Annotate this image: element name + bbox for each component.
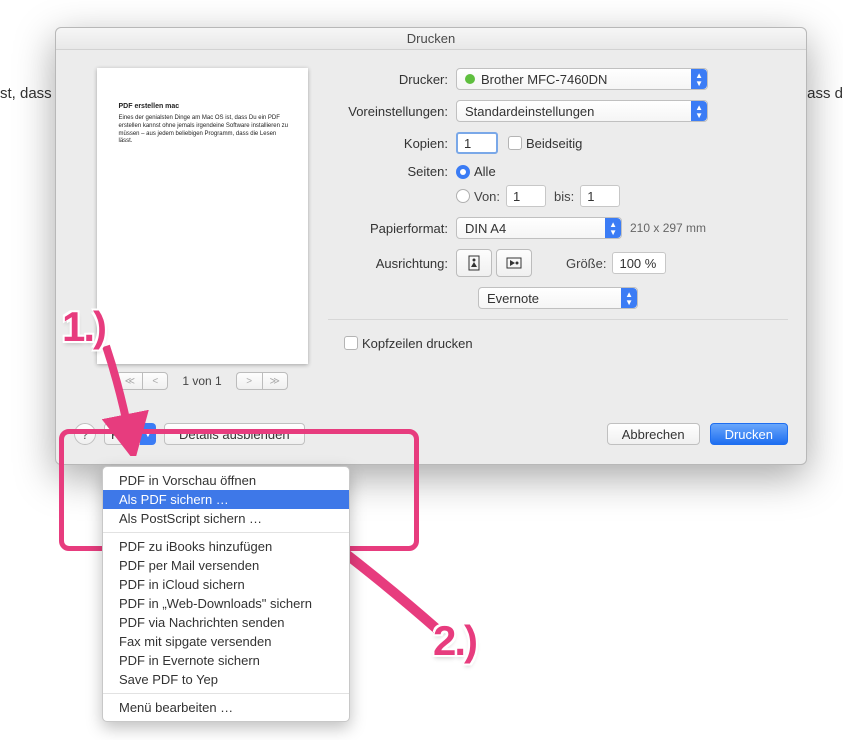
pdf-menu-item[interactable]: Fax mit sipgate versenden: [103, 632, 349, 651]
copies-input[interactable]: 1: [456, 132, 498, 154]
both-sides-checkbox[interactable]: [508, 136, 522, 150]
printer-label: Drucker:: [328, 72, 456, 87]
printer-select[interactable]: Brother MFC-7460DN ▲▼: [456, 68, 708, 90]
print-headers-label: Kopfzeilen drucken: [362, 336, 473, 351]
chevron-down-icon: ▼: [140, 423, 156, 445]
print-headers-checkbox[interactable]: [344, 336, 358, 350]
pager: ≪ < 1 von 1 > ≫: [78, 372, 326, 390]
pages-all-radio[interactable]: [456, 165, 470, 179]
prefs-value: Standardeinstellungen: [465, 104, 594, 119]
papersize-label: Papierformat:: [328, 221, 456, 236]
page-preview: PDF erstellen mac Eines der genialsten D…: [97, 68, 308, 364]
pdf-menu-item[interactable]: Als PostScript sichern …: [103, 509, 349, 528]
copies-label: Kopien:: [328, 136, 456, 151]
size-label: Größe:: [566, 256, 606, 271]
papersize-value: DIN A4: [465, 221, 506, 236]
pdf-menu-item[interactable]: PDF in iCloud sichern: [103, 575, 349, 594]
pdf-menu: PDF in Vorschau öffnenAls PDF sichern …A…: [102, 466, 350, 722]
first-page-button[interactable]: ≪: [116, 372, 142, 390]
size-input[interactable]: 100 %: [612, 252, 666, 274]
pages-all-label: Alle: [474, 164, 496, 179]
menu-separator: [103, 532, 349, 533]
papersize-dimensions: 210 x 297 mm: [630, 221, 706, 235]
preview-title: PDF erstellen mac: [119, 102, 292, 111]
print-dialog: Drucken PDF erstellen mac Eines der geni…: [55, 27, 807, 465]
pages-range-radio[interactable]: [456, 189, 470, 203]
prefs-select[interactable]: Standardeinstellungen ▲▼: [456, 100, 708, 122]
pages-to-input[interactable]: 1: [580, 185, 620, 207]
pager-label: 1 von 1: [182, 374, 221, 388]
pdf-menu-item[interactable]: PDF in Evernote sichern: [103, 651, 349, 670]
pdf-menu-item[interactable]: PDF per Mail versenden: [103, 556, 349, 575]
both-sides-label: Beidseitig: [526, 136, 582, 151]
last-page-button[interactable]: ≫: [262, 372, 288, 390]
preview-body: Eines der genialsten Dinge am Mac OS ist…: [119, 115, 292, 146]
cancel-button[interactable]: Abbrechen: [607, 423, 700, 445]
pdf-menu-item[interactable]: PDF via Nachrichten senden: [103, 613, 349, 632]
dialog-title: Drucken: [56, 28, 806, 50]
divider: [328, 319, 788, 320]
pdf-menu-item[interactable]: PDF in „Web-Downloads" sichern: [103, 594, 349, 613]
pdf-dropdown[interactable]: PDF ▼: [104, 423, 156, 445]
form-pane: Drucker: Brother MFC-7460DN ▲▼ Voreinste…: [326, 68, 806, 410]
pages-from-label: Von:: [474, 189, 500, 204]
app-value: Evernote: [487, 291, 539, 306]
pdf-menu-item[interactable]: Save PDF to Yep: [103, 670, 349, 689]
print-button[interactable]: Drucken: [710, 423, 788, 445]
pdf-menu-item[interactable]: PDF zu iBooks hinzufügen: [103, 537, 349, 556]
toggle-details-button[interactable]: Details ausblenden: [164, 423, 305, 445]
prev-page-button[interactable]: <: [142, 372, 168, 390]
annotation-label-1: 1.): [62, 303, 105, 351]
orientation-label: Ausrichtung:: [328, 256, 456, 271]
menu-separator: [103, 693, 349, 694]
pdf-menu-item[interactable]: Als PDF sichern …: [103, 490, 349, 509]
pdf-dropdown-label: PDF: [104, 423, 144, 445]
printer-value: Brother MFC-7460DN: [481, 72, 607, 87]
pdf-menu-item[interactable]: Menü bearbeiten …: [103, 698, 349, 717]
landscape-icon: [505, 254, 523, 272]
prefs-label: Voreinstellungen:: [328, 104, 456, 119]
annotation-label-2: 2.): [433, 617, 476, 665]
orientation-portrait-button[interactable]: [456, 249, 492, 277]
bottom-bar: ? PDF ▼ Details ausblenden Abbrechen Dru…: [56, 418, 806, 464]
orientation-landscape-button[interactable]: [496, 249, 532, 277]
app-select[interactable]: Evernote ▲▼: [478, 287, 638, 309]
pdf-menu-item[interactable]: PDF in Vorschau öffnen: [103, 471, 349, 490]
portrait-icon: [465, 254, 483, 272]
preview-pane: PDF erstellen mac Eines der genialsten D…: [78, 68, 326, 410]
pages-from-input[interactable]: 1: [506, 185, 546, 207]
next-page-button[interactable]: >: [236, 372, 262, 390]
pages-label: Seiten:: [328, 164, 456, 179]
papersize-select[interactable]: DIN A4 ▲▼: [456, 217, 622, 239]
help-button[interactable]: ?: [74, 423, 96, 445]
printer-status-icon: [465, 74, 475, 84]
pages-to-label: bis:: [554, 189, 574, 204]
